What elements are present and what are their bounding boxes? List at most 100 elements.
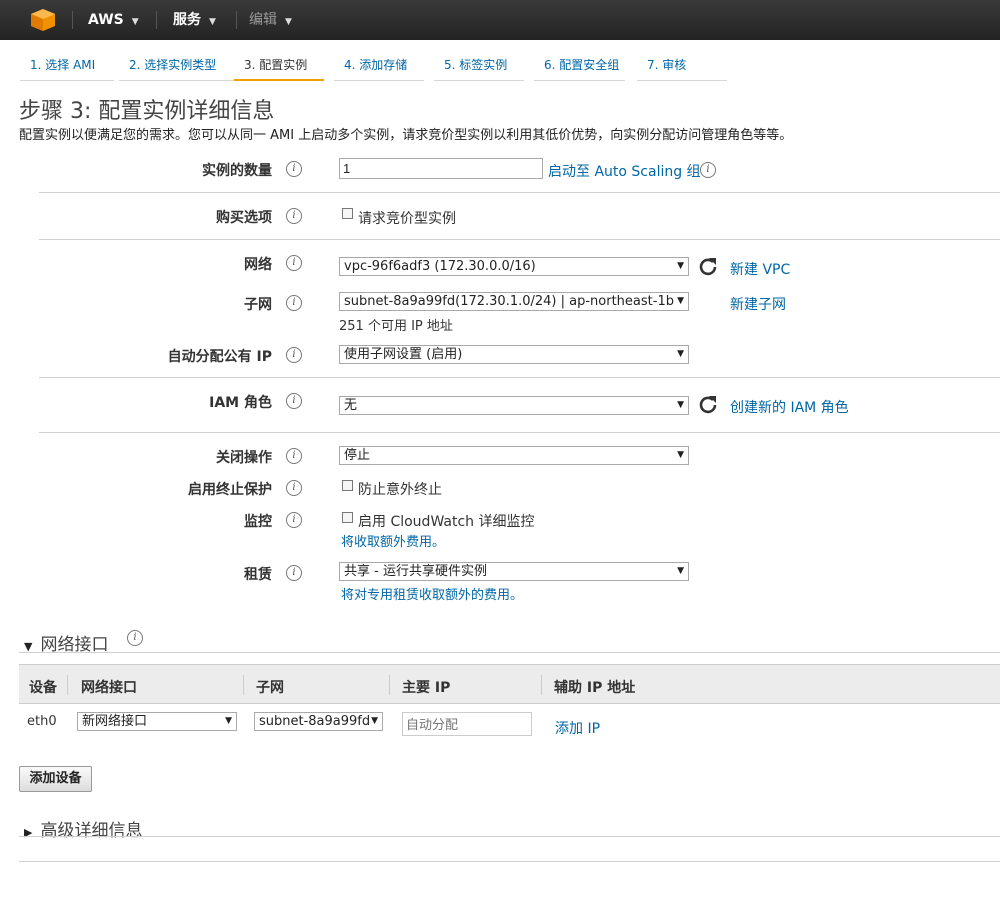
- spot-instance-checkbox[interactable]: [342, 208, 353, 219]
- dropdown-arrow-icon: ▼: [677, 296, 684, 306]
- services-menu[interactable]: 服务 ▼: [173, 0, 216, 40]
- subnet-select[interactable]: subnet-8a9a99fd(172.30.1.0/24) | ap-nort…: [339, 292, 689, 311]
- column-header-primary-ip: 主要 IP: [402, 680, 451, 696]
- divider: [67, 675, 68, 695]
- primary-ip-input[interactable]: [402, 712, 532, 736]
- refresh-icon[interactable]: [698, 394, 718, 414]
- monitoring-charges-note[interactable]: 将收取额外费用。: [341, 531, 445, 550]
- page-description: 配置实例以便满足您的需求。您可以从同一 AMI 上启动多个实例，请求竞价型实例以…: [19, 128, 793, 143]
- divider: [19, 652, 1000, 653]
- iam-role-select[interactable]: 无 ▼: [339, 396, 689, 415]
- purchase-option-label: 购买选项: [216, 210, 272, 226]
- row-subnet-select[interactable]: subnet-8a9a99fd ▼: [254, 712, 383, 731]
- info-icon[interactable]: i: [286, 347, 302, 363]
- tenancy-select-value: 共享 - 运行共享硬件实例: [344, 564, 487, 579]
- info-icon[interactable]: i: [286, 393, 302, 409]
- step-4-tab[interactable]: 4. 添加存储: [334, 54, 424, 81]
- chevron-down-icon: ▼: [285, 17, 292, 27]
- step-1-tab[interactable]: 1. 选择 AMI: [20, 54, 114, 81]
- shutdown-behavior-select-value: 停止: [344, 448, 371, 463]
- aws-menu[interactable]: AWS ▼: [88, 0, 139, 40]
- monitoring-label: 监控: [244, 514, 272, 530]
- iam-role-label: IAM 角色: [209, 395, 272, 411]
- advanced-details-toggle[interactable]: ▶ 高级详细信息: [24, 816, 142, 841]
- new-vpc-link[interactable]: 新建 VPC: [730, 259, 790, 279]
- info-icon[interactable]: i: [286, 255, 302, 271]
- available-ip-count: 251 个可用 IP 地址: [339, 319, 453, 334]
- add-ip-link[interactable]: 添加 IP: [555, 718, 600, 738]
- public-ip-select-value: 使用子网设置 (启用): [344, 347, 463, 362]
- info-icon[interactable]: i: [286, 512, 302, 528]
- divider: [236, 11, 237, 29]
- info-icon[interactable]: i: [286, 161, 302, 177]
- edit-menu[interactable]: 编辑 ▼: [249, 0, 292, 40]
- column-header-secondary-ip: 辅助 IP 地址: [554, 680, 636, 696]
- column-header-subnet: 子网: [256, 680, 284, 696]
- divider: [19, 861, 1000, 862]
- tenancy-select[interactable]: 共享 - 运行共享硬件实例 ▼: [339, 562, 689, 581]
- dropdown-arrow-icon: ▼: [677, 349, 684, 359]
- step-5-tab[interactable]: 5. 标签实例: [434, 54, 524, 81]
- termination-protection-checkbox-label: 防止意外终止: [358, 482, 442, 498]
- info-icon[interactable]: i: [286, 295, 302, 311]
- divider: [39, 239, 1000, 240]
- network-label: 网络: [244, 257, 272, 273]
- info-icon[interactable]: i: [286, 448, 302, 464]
- termination-protection-label: 启用终止保护: [188, 482, 272, 498]
- divider: [19, 836, 1000, 837]
- divider: [39, 377, 1000, 378]
- top-navigation-bar: AWS ▼ 服务 ▼ 编辑 ▼: [0, 0, 1000, 40]
- shutdown-behavior-label: 关闭操作: [216, 450, 272, 466]
- row-subnet-select-value: subnet-8a9a99fd: [259, 714, 371, 729]
- instance-count-input[interactable]: [339, 158, 543, 179]
- refresh-icon[interactable]: [698, 256, 718, 276]
- divider: [39, 192, 1000, 193]
- aws-cube-logo-icon[interactable]: [30, 8, 56, 32]
- device-cell: eth0: [27, 714, 57, 729]
- iam-role-select-value: 无: [344, 398, 358, 413]
- subnet-select-value: subnet-8a9a99fd(172.30.1.0/24) | ap-nort…: [344, 294, 674, 309]
- dropdown-arrow-icon: ▼: [677, 400, 684, 410]
- new-subnet-link[interactable]: 新建子网: [730, 294, 786, 314]
- info-icon[interactable]: i: [286, 565, 302, 581]
- divider: [389, 675, 390, 695]
- step-2-tab[interactable]: 2. 选择实例类型: [119, 54, 241, 81]
- tenancy-charges-note[interactable]: 将对专用租赁收取额外的费用。: [341, 584, 523, 603]
- subnet-label: 子网: [244, 297, 272, 313]
- advanced-details-title: 高级详细信息: [40, 821, 143, 841]
- column-header-interface: 网络接口: [81, 680, 137, 696]
- dropdown-arrow-icon: ▼: [225, 716, 232, 726]
- add-device-button[interactable]: 添加设备: [19, 766, 92, 792]
- info-icon[interactable]: i: [127, 630, 143, 646]
- spot-instance-checkbox-label: 请求竞价型实例: [358, 211, 456, 227]
- tenancy-label: 租赁: [244, 567, 272, 583]
- info-icon[interactable]: i: [700, 162, 716, 178]
- dropdown-arrow-icon: ▼: [369, 713, 378, 730]
- divider: [541, 675, 542, 695]
- divider: [72, 11, 73, 29]
- step-3-tab[interactable]: 3. 配置实例: [234, 54, 324, 81]
- network-select-value: vpc-96f6adf3 (172.30.0.0/16): [344, 259, 536, 274]
- autoscaling-link[interactable]: 启动至 Auto Scaling 组: [548, 161, 701, 181]
- network-select[interactable]: vpc-96f6adf3 (172.30.0.0/16) ▼: [339, 257, 689, 276]
- shutdown-behavior-select[interactable]: 停止 ▼: [339, 446, 689, 465]
- termination-protection-checkbox[interactable]: [342, 480, 353, 491]
- info-icon[interactable]: i: [286, 480, 302, 496]
- dropdown-arrow-icon: ▼: [677, 566, 684, 576]
- dropdown-arrow-icon: ▼: [677, 450, 684, 460]
- public-ip-label: 自动分配公有 IP: [167, 349, 272, 365]
- network-interface-select[interactable]: 新网络接口 ▼: [77, 712, 237, 731]
- step-7-tab[interactable]: 7. 审核: [637, 54, 727, 81]
- monitoring-checkbox[interactable]: [342, 512, 353, 523]
- divider: [39, 432, 1000, 433]
- divider: [243, 675, 244, 695]
- monitoring-checkbox-label: 启用 CloudWatch 详细监控: [358, 514, 535, 530]
- info-icon[interactable]: i: [286, 208, 302, 224]
- step-6-tab[interactable]: 6. 配置安全组: [534, 54, 625, 81]
- network-interface-select-value: 新网络接口: [82, 714, 148, 729]
- page-title: 步骤 3: 配置实例详细信息: [19, 99, 275, 124]
- divider: [156, 11, 157, 29]
- public-ip-select[interactable]: 使用子网设置 (启用) ▼: [339, 345, 689, 364]
- aws-menu-label: AWS: [88, 12, 124, 28]
- create-iam-role-link[interactable]: 创建新的 IAM 角色: [730, 397, 849, 417]
